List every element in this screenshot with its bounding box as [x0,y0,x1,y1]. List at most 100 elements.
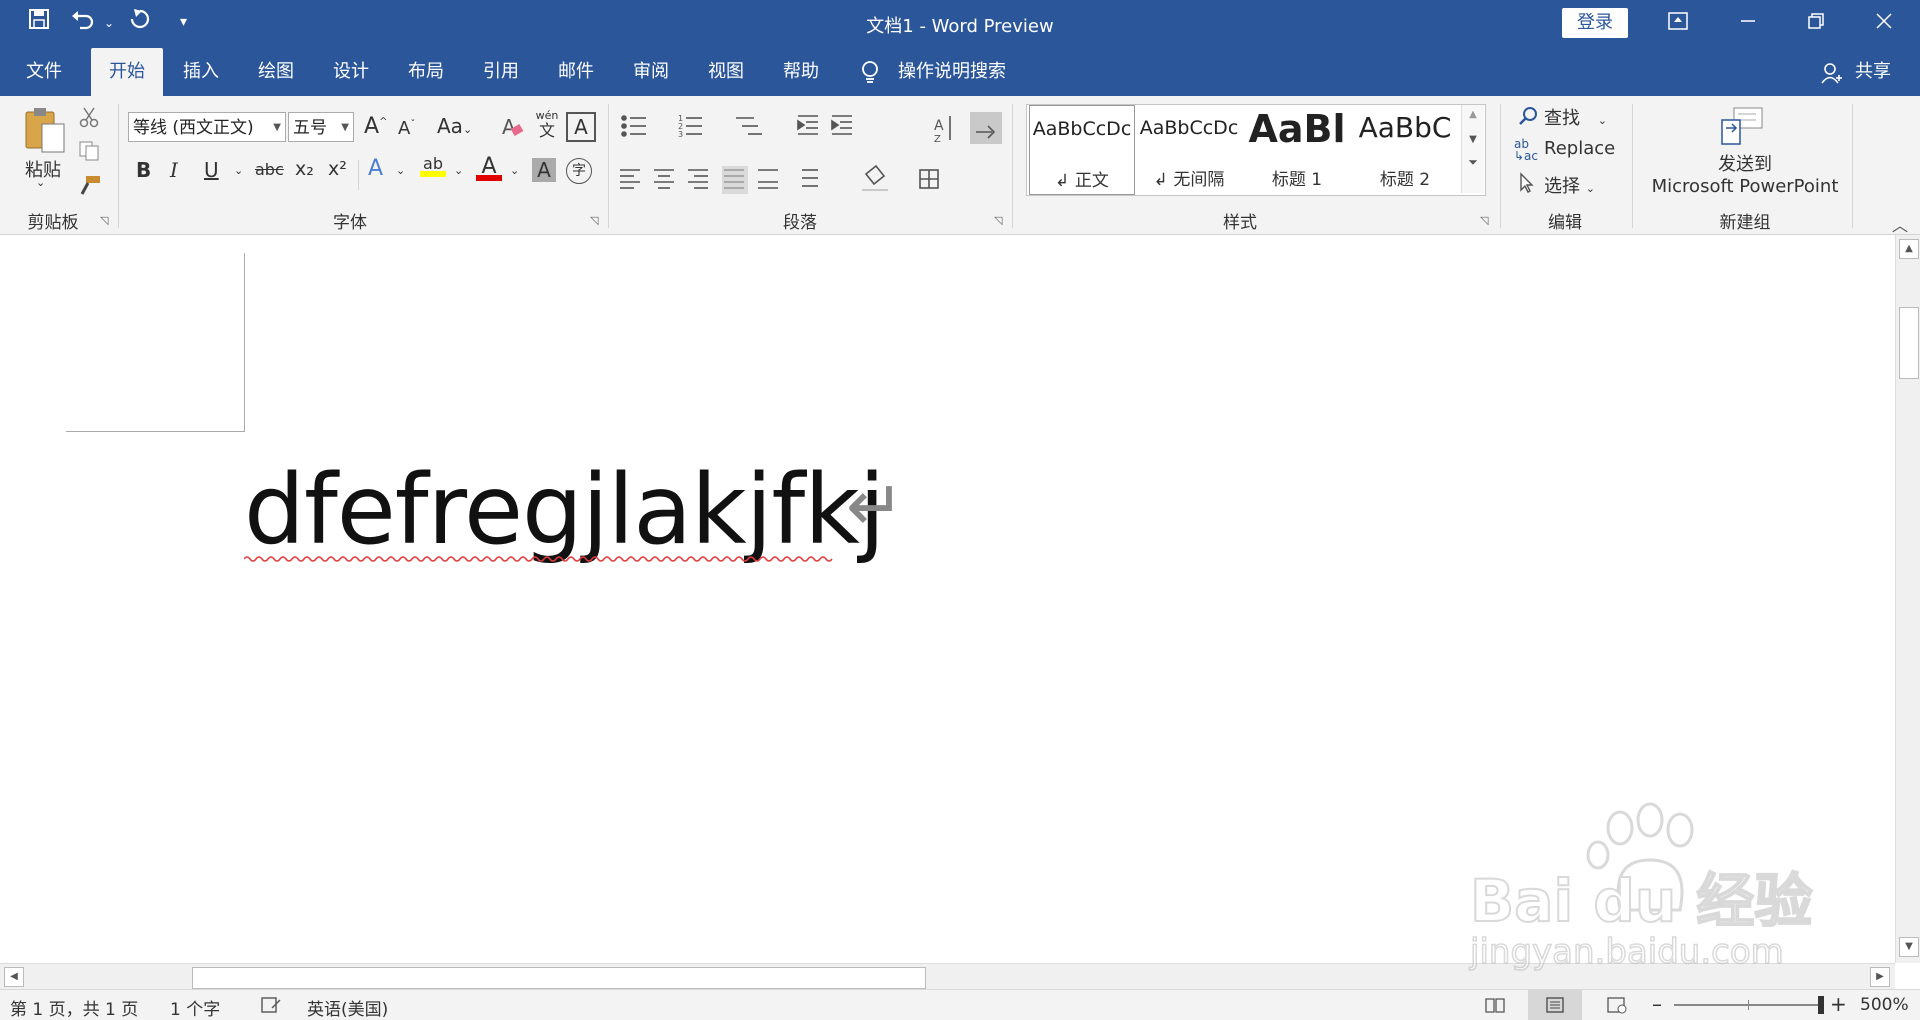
tab-home[interactable]: 开始 [91,48,163,96]
select-button[interactable]: 选择 ⌄ [1544,172,1595,198]
enclose-characters-icon[interactable]: 字 [566,158,592,184]
powerpoint-icon[interactable] [1720,106,1764,150]
send-to-powerpoint-button[interactable]: 发送到 Microsoft PowerPoint [1650,154,1840,198]
paragraph-launcher-icon[interactable]: ◹ [994,214,1002,227]
horizontal-scroll-thumb[interactable] [192,967,926,989]
font-color-icon[interactable]: A [476,154,502,181]
scroll-up-button[interactable]: ▲ [1899,239,1919,259]
new-group-label: 新建组 [1719,213,1771,233]
tab-insert[interactable]: 插入 [168,48,234,96]
style-normal[interactable]: AaBbCcDc ↲ 正文 [1029,105,1135,195]
vertical-scroll-thumb[interactable] [1899,307,1919,379]
select-cursor-icon [1518,172,1536,198]
tell-me-search[interactable]: 操作说明搜索 [898,48,1018,96]
document-title: 文档1 - Word Preview [866,16,1054,37]
scroll-down-button[interactable]: ▼ [1899,937,1919,957]
tab-mailings[interactable]: 邮件 [543,48,609,96]
svg-text:A: A [502,115,516,139]
chevron-down-icon: ▼ [341,122,349,133]
login-button[interactable]: 登录 [1562,8,1628,38]
paragraph-group-label: 段落 [783,213,817,233]
separator [1012,104,1013,228]
copy-icon[interactable] [78,140,100,166]
clipboard-launcher-icon[interactable]: ◹ [100,214,108,227]
superscript-button[interactable]: x² [328,158,347,180]
replace-button[interactable]: Replace [1544,138,1615,159]
tab-file[interactable]: 文件 [10,48,78,96]
styles-gallery[interactable]: AaBbCcDc ↲ 正文 AaBbCcDc ↲ 无间隔 AaBl 标题 1 A… [1026,104,1486,196]
language-indicator[interactable]: 英语(美国) [307,995,388,1020]
chevron-down-icon[interactable]: ▼ [1462,134,1484,145]
underline-dropdown-icon[interactable]: ⌄ [234,164,243,177]
format-painter-icon[interactable] [78,174,102,200]
proofing-icon[interactable] [260,996,282,1019]
style-no-spacing[interactable]: AaBbCcDc ↲ 无间隔 [1137,105,1241,193]
font-name-combo[interactable]: 等线 (西文正文) ▼ [128,112,286,142]
style-heading-2[interactable]: AaBbC 标题 2 [1353,105,1457,193]
zoom-level[interactable]: 500% [1860,995,1909,1015]
zoom-out-button[interactable]: – [1652,992,1662,1016]
share-person-icon[interactable] [1820,62,1842,88]
underline-button[interactable]: U [204,158,219,182]
tab-review[interactable]: 审阅 [618,48,684,96]
status-bar: 第 1 页，共 1 页 1 个字 英语(美国) – + 500% [0,989,1920,1020]
paragraph-controls[interactable]: 1 2 3 AZ [618,110,1008,200]
word-count[interactable]: 1 个字 [170,995,220,1020]
page-count[interactable]: 第 1 页，共 1 页 [10,995,138,1020]
highlight-dropdown-icon[interactable]: ⌄ [454,164,463,177]
chevron-up-icon[interactable]: ▲ [1462,109,1484,120]
grow-font-icon[interactable]: A^ [364,114,387,139]
font-color-dropdown-icon[interactable]: ⌄ [510,164,519,177]
close-icon[interactable] [1864,6,1904,40]
font-launcher-icon[interactable]: ◹ [590,214,598,227]
phonetic-guide-icon[interactable]: wén 文 [534,110,560,140]
italic-button[interactable]: I [170,158,178,182]
zoom-slider-thumb[interactable] [1818,996,1824,1014]
print-layout-button[interactable] [1528,990,1582,1020]
text-effects-icon[interactable]: A [368,156,383,181]
bold-button[interactable]: B [136,158,151,182]
tab-layout[interactable]: 布局 [393,48,459,96]
font-size-combo[interactable]: 五号 ▼ [288,112,354,142]
separator [1632,104,1633,228]
highlight-icon[interactable]: ab [420,154,446,177]
tab-references[interactable]: 引用 [468,48,534,96]
style-heading-1[interactable]: AaBl 标题 1 [1245,105,1349,193]
clear-formatting-icon[interactable]: A [500,114,524,144]
tab-help[interactable]: 帮助 [768,48,834,96]
zoom-slider[interactable] [1674,996,1824,1014]
character-shading-icon[interactable]: A [532,158,556,182]
scroll-left-button[interactable]: ◀ [4,967,24,987]
character-border-icon[interactable]: A [566,112,596,142]
styles-more-icon[interactable]: ⏷ [1462,155,1484,170]
restore-icon[interactable] [1796,6,1836,40]
tab-design[interactable]: 设计 [318,48,384,96]
cut-icon[interactable] [78,106,100,132]
scroll-right-button[interactable]: ▶ [1870,967,1890,987]
ribbon-display-options-icon[interactable] [1658,6,1698,40]
styles-launcher-icon[interactable]: ◹ [1480,214,1488,227]
document-text[interactable]: dfefregjlakjfkj [244,450,885,570]
tab-view[interactable]: 视图 [693,48,759,96]
strikethrough-button[interactable]: abc [255,160,284,179]
vertical-scrollbar[interactable]: ▲ ▼ [1895,235,1920,963]
zoom-in-button[interactable]: + [1830,992,1847,1016]
ribbon-home: 粘贴 ⌄ 剪贴板 ◹ 等线 (西文正文) ▼ 五号 ▼ A^ Aˇ Aa⌄ A wé… [0,96,1920,235]
find-button[interactable]: 查找 ⌄ [1544,104,1607,130]
web-layout-icon[interactable] [1606,996,1628,1019]
share-button[interactable]: 共享 [1848,48,1898,96]
minimize-icon[interactable] [1728,6,1768,40]
watermark-url: jingyan.baidu.com [1469,931,1784,973]
paste-dropdown-icon[interactable]: ⌄ [36,176,45,189]
text-effects-dropdown-icon[interactable]: ⌄ [396,164,405,177]
subscript-button[interactable]: x₂ [295,158,314,180]
shrink-font-icon[interactable]: Aˇ [398,118,415,139]
read-mode-icon[interactable] [1484,996,1506,1019]
collapse-ribbon-icon[interactable]: ︿ [1892,212,1908,236]
chevron-down-icon: ▼ [273,122,281,133]
change-case-button[interactable]: Aa⌄ [437,114,472,138]
separator [118,104,119,228]
paste-icon[interactable] [22,106,68,158]
styles-scroll[interactable]: ▲ ▼ ⏷ [1461,105,1484,193]
tab-draw[interactable]: 绘图 [243,48,309,96]
